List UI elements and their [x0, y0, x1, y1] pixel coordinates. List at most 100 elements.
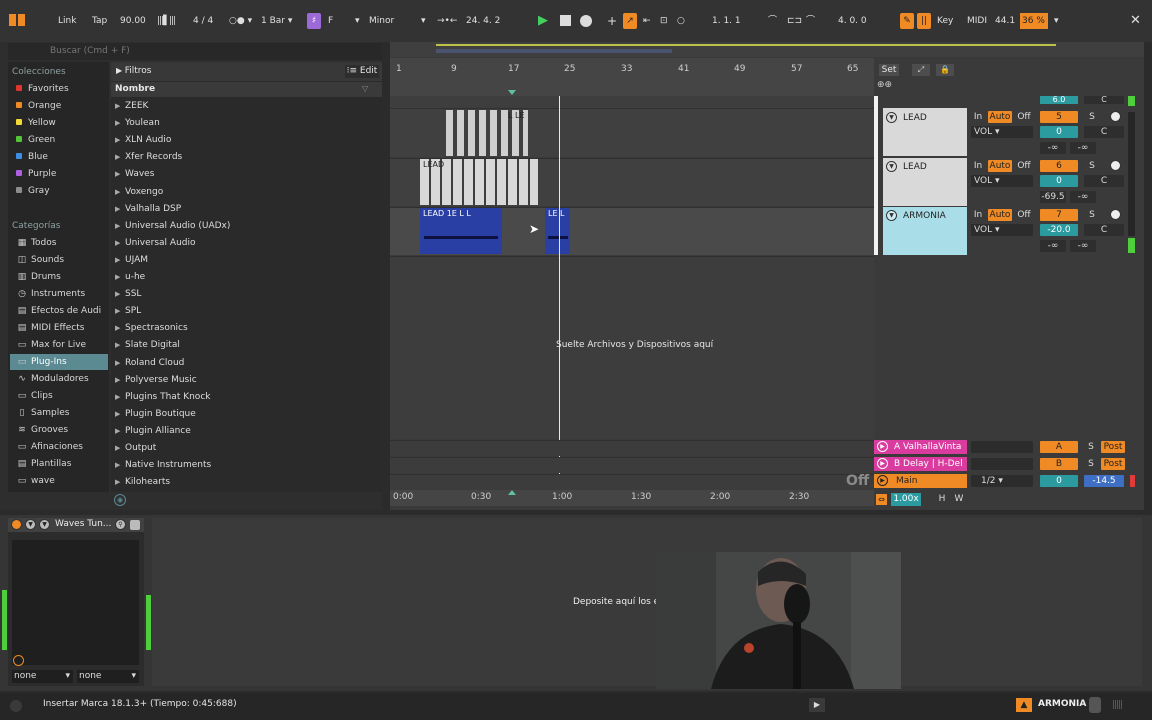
- main-lane[interactable]: [390, 474, 874, 490]
- arm-button-icon[interactable]: [1110, 209, 1121, 220]
- play-preview-icon[interactable]: ▶: [809, 698, 825, 712]
- clip-lead-1[interactable]: L LE: [446, 110, 528, 156]
- track-toggle-icon[interactable]: [1089, 697, 1101, 713]
- arm-button-icon[interactable]: [1110, 111, 1121, 122]
- category-max-for-live[interactable]: ▭ Max for Live: [10, 337, 108, 353]
- lock-icon[interactable]: 🔒: [936, 64, 954, 76]
- plugin-folder-item[interactable]: ▶ Output: [115, 440, 375, 457]
- post-button[interactable]: Post: [1101, 458, 1125, 470]
- loop-start-field[interactable]: 1. 1. 1: [712, 13, 741, 29]
- time-signature-field[interactable]: 4 / 4: [193, 13, 213, 29]
- tap-tempo-button[interactable]: Tap: [92, 13, 107, 29]
- overdub-icon[interactable]: +: [607, 13, 617, 29]
- loop-length-field[interactable]: 4. 0. 0: [838, 13, 867, 29]
- plugin-folder-item[interactable]: ▶ ZEEK: [115, 98, 375, 115]
- category-tunings[interactable]: ▭ Afinaciones: [10, 439, 108, 455]
- return-lane-a[interactable]: [390, 440, 874, 456]
- cue-out-select[interactable]: 1/2 ▾: [971, 475, 1033, 487]
- scale-mode-button[interactable]: ♯: [307, 13, 321, 29]
- chooser-b[interactable]: none ▾: [77, 670, 139, 683]
- key-dropdown-icon[interactable]: ▾: [355, 13, 360, 29]
- automation-select[interactable]: VOL ▾: [971, 175, 1033, 187]
- save-preset-icon[interactable]: [130, 520, 140, 530]
- link-button[interactable]: Link: [58, 13, 76, 29]
- pause-capture-button[interactable]: ||: [917, 13, 931, 29]
- track-activator[interactable]: 5: [1040, 111, 1078, 123]
- punch-in-icon[interactable]: ⌒: [768, 13, 777, 29]
- return-b-activator[interactable]: B: [1040, 458, 1078, 470]
- solo-button[interactable]: S: [1084, 160, 1100, 172]
- category-plugins[interactable]: ▭ Plug-Ins: [10, 354, 108, 370]
- back-to-arrangement-icon[interactable]: ⇤: [643, 13, 651, 29]
- return-b-input[interactable]: [971, 458, 1033, 470]
- plugin-folder-item[interactable]: ▶ Spectrasonics: [115, 320, 375, 337]
- view-toggle-icon[interactable]: [9, 14, 27, 28]
- send-b[interactable]: -∞: [1070, 240, 1096, 252]
- plugin-folder-item[interactable]: ▶ Plugin Boutique: [115, 406, 375, 423]
- plugin-folder-item[interactable]: ▶ XLN Audio: [115, 132, 375, 149]
- status-icon[interactable]: [10, 700, 22, 712]
- category-clips[interactable]: ▭ Clips: [10, 388, 108, 404]
- key-map-button[interactable]: Key: [937, 13, 953, 29]
- send-b[interactable]: -∞: [1070, 191, 1096, 203]
- collection-favorites[interactable]: Favorites: [10, 81, 108, 97]
- hot-swap-icon[interactable]: ⚲: [115, 519, 126, 530]
- place-wave[interactable]: ▭ wave: [10, 473, 108, 489]
- add-locator-icons[interactable]: ⊕⊕: [877, 80, 892, 90]
- fold-icon[interactable]: ▶: [877, 441, 888, 452]
- plugin-folder-item[interactable]: ▶ Universal Audio (UADx): [115, 218, 375, 235]
- height-toggle[interactable]: H: [936, 493, 948, 506]
- plugin-folder-item[interactable]: ▶ u-he: [115, 269, 375, 286]
- browser-search-input[interactable]: Buscar (Cmd + F): [8, 43, 382, 60]
- plugin-folder-item[interactable]: ▶ Roland Cloud: [115, 355, 375, 372]
- input-label[interactable]: In: [971, 111, 985, 123]
- plugin-folder-item[interactable]: ▶ SPL: [115, 303, 375, 320]
- return-a-activator[interactable]: A: [1040, 441, 1078, 453]
- follow-icon[interactable]: →•←: [437, 13, 457, 29]
- category-grooves[interactable]: ≋ Grooves: [10, 422, 108, 438]
- clip-armonia-2[interactable]: LE L: [545, 208, 570, 254]
- top-volume[interactable]: 6.0: [1040, 96, 1078, 104]
- name-column-header[interactable]: Nombre: [111, 82, 382, 97]
- midi-map-button[interactable]: MIDI: [967, 13, 987, 29]
- scale-dropdown-icon[interactable]: ▾: [421, 13, 426, 29]
- width-toggle[interactable]: W: [953, 493, 965, 506]
- tempo-field[interactable]: 90.00: [120, 13, 146, 29]
- category-samples[interactable]: ▯ Samples: [10, 405, 108, 421]
- return-lane-b[interactable]: [390, 457, 874, 473]
- plugin-folder-item[interactable]: ▶ Polyverse Music: [115, 372, 375, 389]
- track-activator[interactable]: 6: [1040, 160, 1078, 172]
- cpu-dropdown-icon[interactable]: ▾: [1054, 13, 1059, 29]
- plugin-folder-item[interactable]: ▶ Slate Digital: [115, 337, 375, 354]
- automation-select[interactable]: VOL ▾: [971, 126, 1033, 138]
- automation-select[interactable]: VOL ▾: [971, 224, 1033, 236]
- track-lane-top[interactable]: [390, 96, 874, 108]
- punch-out-icon[interactable]: ⌒: [806, 13, 815, 29]
- pan-field[interactable]: C: [1084, 126, 1124, 138]
- fold-icon[interactable]: ▼: [25, 519, 36, 530]
- plugin-edit-icon[interactable]: ▼: [39, 519, 50, 530]
- plugin-folder-item[interactable]: ▶ Plugin Alliance: [115, 423, 375, 440]
- arm-button-icon[interactable]: [1110, 160, 1121, 171]
- volume-field[interactable]: 0: [1040, 175, 1078, 187]
- stop-button[interactable]: [560, 15, 571, 26]
- power-icon[interactable]: [13, 655, 24, 666]
- collection-yellow[interactable]: Yellow: [10, 115, 108, 131]
- edit-filters-button[interactable]: ⁝≡ Edit: [345, 65, 379, 78]
- solo-button[interactable]: S: [1084, 458, 1098, 470]
- key-select[interactable]: F: [328, 13, 358, 29]
- zoom-icon[interactable]: ⇔: [876, 494, 887, 505]
- device-on-icon[interactable]: [11, 519, 22, 530]
- view-split-icon[interactable]: |||||: [1112, 700, 1123, 710]
- track-activator[interactable]: 7: [1040, 209, 1078, 221]
- collection-blue[interactable]: Blue: [10, 149, 108, 165]
- capture-icon[interactable]: ⊡: [660, 13, 668, 29]
- top-pan[interactable]: C: [1084, 96, 1124, 104]
- send-a[interactable]: -69.5: [1040, 191, 1066, 203]
- input-label[interactable]: In: [971, 160, 985, 172]
- category-midi-effects[interactable]: ▤ MIDI Effects: [10, 320, 108, 336]
- volume-field[interactable]: 0: [1040, 126, 1078, 138]
- filters-toggle[interactable]: ▶ Filtros: [116, 66, 151, 76]
- collection-green[interactable]: Green: [10, 132, 108, 148]
- send-a[interactable]: -∞: [1040, 240, 1066, 252]
